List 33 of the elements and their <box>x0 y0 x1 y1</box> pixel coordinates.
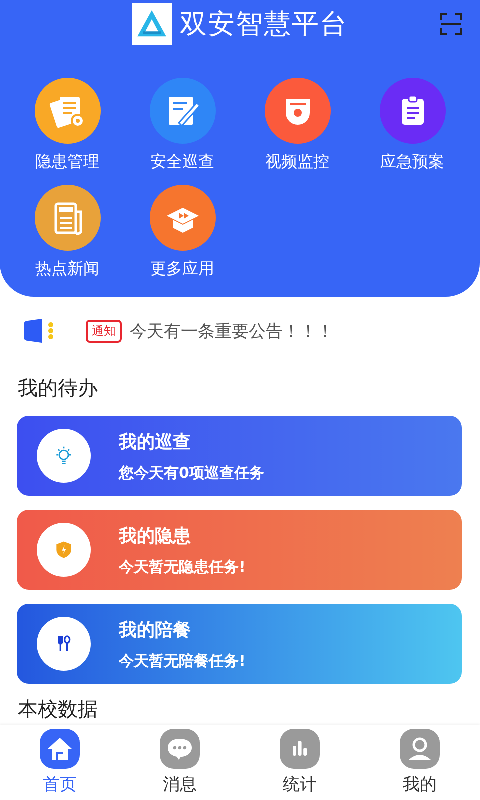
feature-label[interactable]: 应急预案 <box>380 152 444 173</box>
task-card[interactable]: 我的隐患 今天暂无隐患任务! <box>17 510 462 590</box>
home-icon <box>40 729 80 769</box>
section-title: 本校数据 <box>18 697 98 721</box>
tab[interactable]: 首页 <box>0 725 120 800</box>
tab[interactable]: 消息 <box>120 725 240 800</box>
chat-icon <box>160 729 200 769</box>
fork-spoon-icon <box>37 617 91 671</box>
task-card[interactable]: 我的巡查 您今天有0项巡查任务 <box>17 416 462 496</box>
app-title: 双安智慧平台 <box>180 8 348 42</box>
feature-label[interactable]: 热点新闻 <box>36 259 100 280</box>
notice-text[interactable]: 今天有一条重要公告！！！ <box>130 320 334 342</box>
card-title: 我的巡查 <box>119 430 192 454</box>
card-subtitle: 您今天有0项巡查任务 <box>119 464 264 482</box>
section-title: 我的待办 <box>18 376 98 400</box>
notice-tag: 通知 <box>86 320 122 342</box>
card-title: 我的陪餐 <box>119 618 192 642</box>
feature-label[interactable]: 视频监控 <box>266 152 330 173</box>
card-subtitle: 今天暂无隐患任务! <box>119 558 246 576</box>
user-icon <box>400 729 440 769</box>
tab[interactable]: 我的 <box>360 725 480 800</box>
feature-label[interactable]: 隐患管理 <box>36 152 100 173</box>
tab[interactable]: 统计 <box>240 725 360 800</box>
bar-chart-icon <box>280 729 320 769</box>
card-title: 我的隐患 <box>119 524 192 548</box>
feature-label[interactable]: 更多应用 <box>150 259 214 280</box>
lightbulb-icon <box>37 429 91 483</box>
card-subtitle: 今天暂无陪餐任务! <box>119 652 246 670</box>
shield-icon <box>37 523 91 577</box>
task-card[interactable]: 我的陪餐 今天暂无陪餐任务! <box>17 604 462 684</box>
scan-icon[interactable] <box>440 13 462 35</box>
feature-label[interactable]: 安全巡查 <box>150 152 214 173</box>
app-logo <box>132 3 172 45</box>
